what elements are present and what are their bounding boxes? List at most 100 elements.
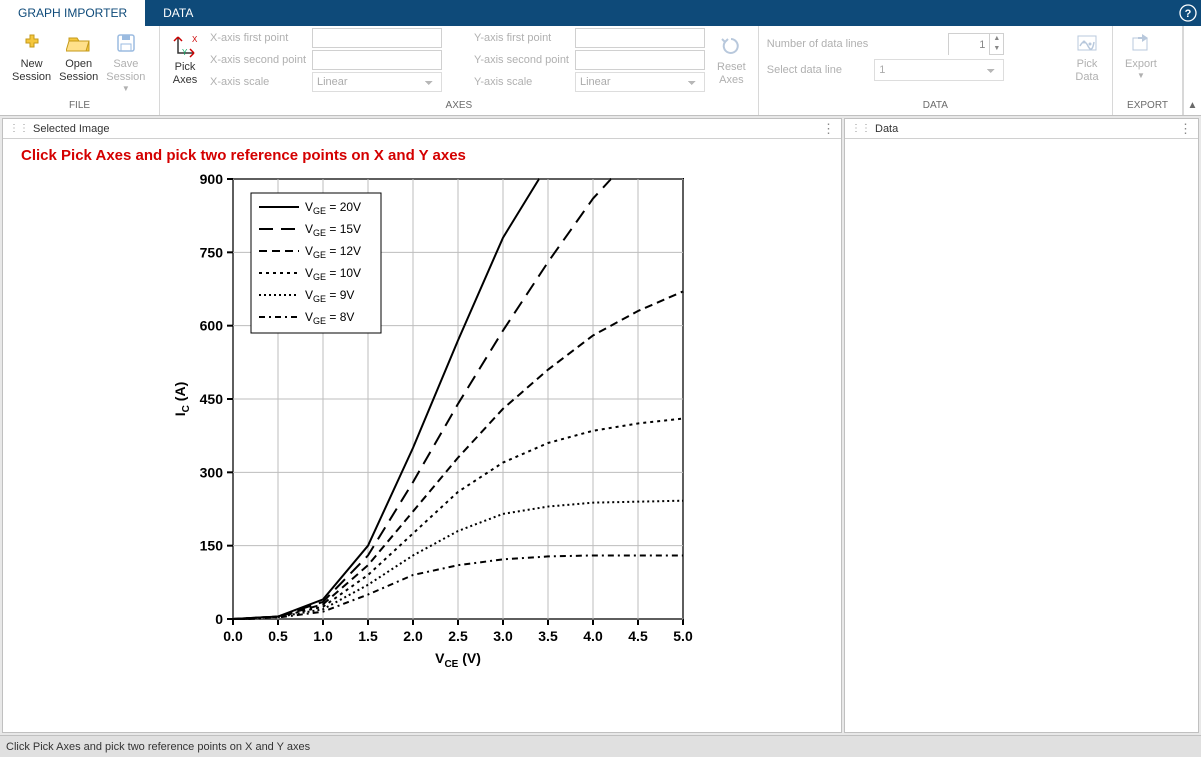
svg-text:1.0: 1.0 — [313, 628, 333, 644]
svg-text:VCE (V): VCE (V) — [435, 650, 481, 670]
svg-text:4.5: 4.5 — [628, 628, 648, 644]
instruction-text: Click Pick Axes and pick two reference p… — [3, 139, 841, 168]
y-scale-label: Y-axis scale — [474, 76, 569, 88]
svg-text:150: 150 — [200, 538, 224, 554]
ribbon-group-export: Export ▼ EXPORT — [1113, 26, 1183, 115]
x-second-input[interactable] — [312, 50, 442, 70]
axes-inputs: X-axis first point Y-axis first point X-… — [210, 28, 705, 92]
data-panel: ⋮⋮ Data ⋮ — [844, 118, 1199, 733]
new-session-button[interactable]: New Session — [8, 28, 55, 86]
svg-text:VGE = 9V: VGE = 9V — [305, 288, 354, 304]
x-first-label: X-axis first point — [210, 32, 306, 44]
y-first-input[interactable] — [575, 28, 705, 48]
svg-text:600: 600 — [200, 318, 224, 334]
data-panel-head: ⋮⋮ Data ⋮ — [845, 119, 1198, 139]
svg-text:3.5: 3.5 — [538, 628, 558, 644]
grip-icon: ⋮⋮ — [9, 123, 29, 134]
select-line-select[interactable]: 1 — [874, 59, 1004, 81]
svg-text:2.5: 2.5 — [448, 628, 468, 644]
svg-text:1.5: 1.5 — [358, 628, 378, 644]
svg-text:2.0: 2.0 — [403, 628, 423, 644]
data-panel-title: Data — [875, 123, 898, 135]
spinner-down[interactable]: ▼ — [990, 44, 1003, 54]
help-button[interactable]: ? — [1175, 0, 1201, 26]
svg-text:0: 0 — [215, 611, 223, 627]
svg-text:450: 450 — [200, 391, 224, 407]
chart: 0.0 0.5 1.0 1.5 2.0 2.5 3.0 3.5 4.0 4.5 5.0 0 150 300… — [163, 169, 703, 709]
x-scale-label: X-axis scale — [210, 76, 306, 88]
pick-axes-button[interactable]: XY Pick Axes — [168, 31, 202, 89]
reset-icon — [718, 33, 744, 59]
chart-svg: 0.0 0.5 1.0 1.5 2.0 2.5 3.0 3.5 4.0 4.5 5.0 0 150 300… — [163, 169, 703, 709]
y-second-label: Y-axis second point — [474, 54, 569, 66]
export-label: Export — [1125, 56, 1157, 71]
x-first-input[interactable] — [312, 28, 442, 48]
export-button: Export ▼ — [1121, 28, 1161, 82]
status-bar: Click Pick Axes and pick two reference p… — [0, 735, 1201, 757]
grip-icon: ⋮⋮ — [851, 123, 871, 134]
data-inputs: Number of data lines ▲▼ Select data line… — [767, 33, 1005, 81]
reset-axes-label: Reset Axes — [717, 59, 746, 87]
selected-image-title: Selected Image — [33, 123, 109, 135]
svg-text:900: 900 — [200, 171, 224, 187]
ribbon-group-axes-title: AXES — [168, 98, 750, 115]
num-lines-input[interactable] — [949, 34, 989, 56]
svg-text:IC (A): IC (A) — [172, 382, 192, 416]
save-session-button: Save Session ▼ — [102, 28, 149, 95]
reset-axes-button: Reset Axes — [713, 31, 750, 89]
y-first-label: Y-axis first point — [474, 32, 569, 44]
selected-image-panel-head: ⋮⋮ Selected Image ⋮ — [3, 119, 841, 139]
open-session-label: Open Session — [59, 56, 98, 84]
ribbon-group-data-title: DATA — [767, 98, 1104, 115]
svg-text:750: 750 — [200, 244, 224, 260]
plus-icon — [19, 30, 45, 56]
ribbon-group-export-title: EXPORT — [1121, 98, 1174, 115]
ribbon-collapse-button[interactable]: ▲ — [1183, 26, 1201, 115]
tab-data[interactable]: DATA — [145, 0, 211, 26]
panel-menu-button[interactable]: ⋮ — [822, 121, 835, 137]
pick-data-button: Pick Data — [1070, 28, 1104, 86]
pick-data-icon — [1074, 30, 1100, 56]
x-scale-select[interactable]: Linear — [312, 72, 442, 92]
save-icon — [113, 30, 139, 56]
new-session-label: New Session — [12, 56, 51, 84]
svg-text:300: 300 — [200, 464, 224, 480]
tab-graph-importer[interactable]: GRAPH IMPORTER — [0, 0, 145, 26]
svg-text:X: X — [192, 35, 198, 44]
ribbon-group-file-title: FILE — [8, 98, 151, 115]
ribbon-group-axes: XY Pick Axes X-axis first point Y-axis f… — [160, 26, 759, 115]
status-text: Click Pick Axes and pick two reference p… — [6, 741, 310, 753]
svg-text:0.5: 0.5 — [268, 628, 288, 644]
ribbon-group-file: New Session Open Session Save Session ▼ … — [0, 26, 160, 115]
x-second-label: X-axis second point — [210, 54, 306, 66]
y-scale-select[interactable]: Linear — [575, 72, 705, 92]
svg-text:?: ? — [1185, 8, 1192, 20]
svg-text:4.0: 4.0 — [583, 628, 603, 644]
axes-icon: XY — [172, 33, 198, 59]
save-session-label: Save Session — [106, 56, 145, 84]
svg-text:Y: Y — [182, 48, 188, 57]
folder-open-icon — [66, 30, 92, 56]
pick-data-label: Pick Data — [1075, 56, 1098, 84]
export-icon — [1128, 30, 1154, 56]
open-session-button[interactable]: Open Session — [55, 28, 102, 86]
data-panel-body — [845, 139, 1198, 732]
select-line-label: Select data line — [767, 64, 869, 76]
num-lines-label: Number of data lines — [767, 38, 869, 50]
svg-text:VGE = 8V: VGE = 8V — [305, 310, 354, 326]
ribbon: New Session Open Session Save Session ▼ … — [0, 26, 1201, 116]
svg-text:0.0: 0.0 — [223, 628, 243, 644]
workspace: ⋮⋮ Selected Image ⋮ Click Pick Axes and … — [0, 116, 1201, 735]
selected-image-panel: ⋮⋮ Selected Image ⋮ Click Pick Axes and … — [2, 118, 842, 733]
help-icon: ? — [1179, 4, 1197, 22]
panel-menu-button[interactable]: ⋮ — [1179, 121, 1192, 137]
num-lines-spinner[interactable]: ▲▼ — [948, 33, 1004, 55]
tab-bar: GRAPH IMPORTER DATA ? — [0, 0, 1201, 26]
svg-text:3.0: 3.0 — [493, 628, 513, 644]
pick-axes-label: Pick Axes — [173, 59, 197, 87]
y-second-input[interactable] — [575, 50, 705, 70]
ribbon-group-data: Number of data lines ▲▼ Select data line… — [759, 26, 1113, 115]
spinner-up[interactable]: ▲ — [990, 34, 1003, 44]
selected-image-body: Click Pick Axes and pick two reference p… — [3, 139, 841, 732]
svg-text:5.0: 5.0 — [673, 628, 693, 644]
